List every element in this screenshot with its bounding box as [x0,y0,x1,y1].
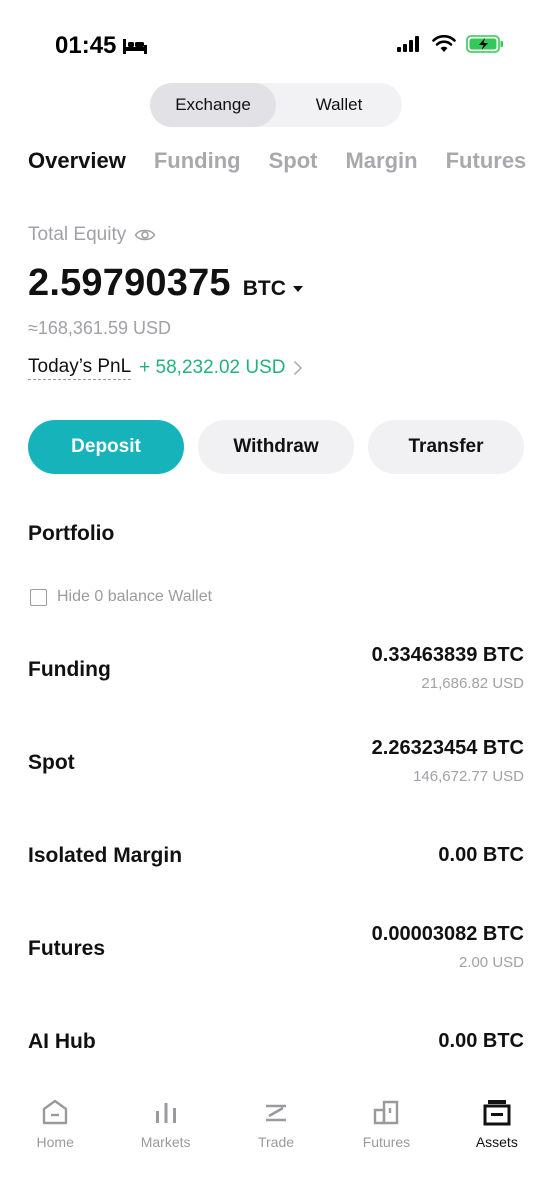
tab-margin[interactable]: Margin [345,148,417,174]
row-btc-value: 0.00003082 BTC [371,923,524,945]
nav-trade-label: Trade [257,1134,295,1150]
pnl-value: + 58,232.02 USD [139,357,286,378]
row-name: Futures [28,937,106,960]
row-usd-value: 146,672.77 USD [413,768,524,785]
row-btc-value: 0.00 BTC [438,844,524,866]
exchange-wallet-toggle: Exchange Wallet [150,83,402,127]
status-bar: 01:45 [0,0,552,84]
row-btc-value: 0.00 BTC [438,1030,524,1052]
nav-home[interactable]: Home [0,1088,110,1168]
deposit-button[interactable]: Deposit [28,420,184,474]
nav-markets-label: Markets [140,1134,191,1150]
home-icon [43,1099,68,1125]
equity-unit-label: BTC [242,277,286,300]
row-usd-value: 21,686.82 USD [421,675,524,692]
wallet-toggle-option[interactable]: Wallet [276,83,402,127]
tab-spot[interactable]: Spot [269,148,318,174]
hide-zero-balance-toggle[interactable]: Hide 0 balance Wallet [30,588,212,606]
portfolio-row-futures[interactable]: Futures 0.00003082 BTC 2.00 USD [28,909,524,1002]
portfolio-row-funding[interactable]: Funding 0.33463839 BTC 21,686.82 USD [28,630,524,723]
nav-home-label: Home [36,1134,74,1150]
hide-zero-checkbox[interactable] [30,588,47,606]
todays-pnl[interactable]: Today’s PnL + 58,232.02 USD [28,356,303,380]
equity-unit-selector[interactable]: BTC [243,277,304,301]
total-equity-value: 2.59790375 BTC [28,262,304,305]
row-values: 0.33463839 BTC 21,686.82 USD [372,644,524,692]
hide-zero-label: Hide 0 balance Wallet [57,588,213,605]
status-time: 01:45 [55,32,148,60]
row-name: Spot [28,751,75,774]
trade-icon [266,1104,287,1122]
asset-tabs: Overview Funding Spot Margin Futures [28,148,526,174]
total-equity-label-text: Total Equity [28,224,127,245]
portfolio-row-ai-hub[interactable]: AI Hub 0.00 BTC [28,1002,524,1095]
nav-assets[interactable]: Assets [442,1088,552,1168]
caret-down-icon [292,286,303,292]
tab-overview[interactable]: Overview [28,148,126,174]
row-values: 0.00 BTC [438,844,524,867]
equity-usd-value: ≈168,361.59 USD [28,318,171,338]
nav-futures[interactable]: Futures [331,1088,441,1168]
row-btc-value: 2.26323454 BTC [371,737,524,759]
withdraw-button[interactable]: Withdraw [198,420,354,474]
status-indicators [396,34,504,54]
row-name: Isolated Margin [28,844,183,867]
bottom-navigation: Home Markets Trade Futures Assets [0,1088,552,1168]
row-usd-value: 2.00 USD [458,954,524,971]
portfolio-row-isolated-margin[interactable]: Isolated Margin 0.00 BTC [28,816,524,909]
action-buttons: Deposit Withdraw Transfer [28,420,524,474]
portfolio-title: Portfolio [28,522,115,545]
row-name: AI Hub [28,1030,96,1053]
bar-chart-icon [155,1103,176,1123]
tab-funding[interactable]: Funding [154,148,241,174]
exchange-toggle-option[interactable]: Exchange [150,83,276,127]
row-values: 0.00003082 BTC 2.00 USD [372,923,524,971]
pnl-label: Today’s PnL [28,356,132,380]
portfolio-list: Funding 0.33463839 BTC 21,686.82 USD Spo… [28,630,524,1095]
nav-futures-label: Futures [362,1134,411,1150]
status-time-text: 01:45 [55,32,117,59]
nav-markets[interactable]: Markets [110,1088,220,1168]
portfolio-row-spot[interactable]: Spot 2.26323454 BTC 146,672.77 USD [28,723,524,816]
row-btc-value: 0.33463839 BTC [371,644,524,666]
total-equity-label: Total Equity [28,224,156,246]
nav-assets-label: Assets [475,1134,518,1150]
eye-icon[interactable] [134,227,156,243]
nav-trade[interactable]: Trade [221,1088,331,1168]
row-values: 2.26323454 BTC 146,672.77 USD [372,737,524,785]
tab-futures[interactable]: Futures [446,148,527,174]
transfer-button[interactable]: Transfer [368,420,524,474]
equity-amount: 2.59790375 [28,262,231,304]
row-name: Funding [28,658,111,681]
wallet-icon [483,1100,511,1126]
battery-charging-icon [466,35,503,53]
wifi-icon [432,35,456,52]
bed-icon [123,39,148,54]
cellular-signal-icon [397,36,419,52]
chevron-right-icon [294,361,303,375]
row-values: 0.00 BTC [438,1030,524,1053]
futures-icon [374,1100,399,1125]
